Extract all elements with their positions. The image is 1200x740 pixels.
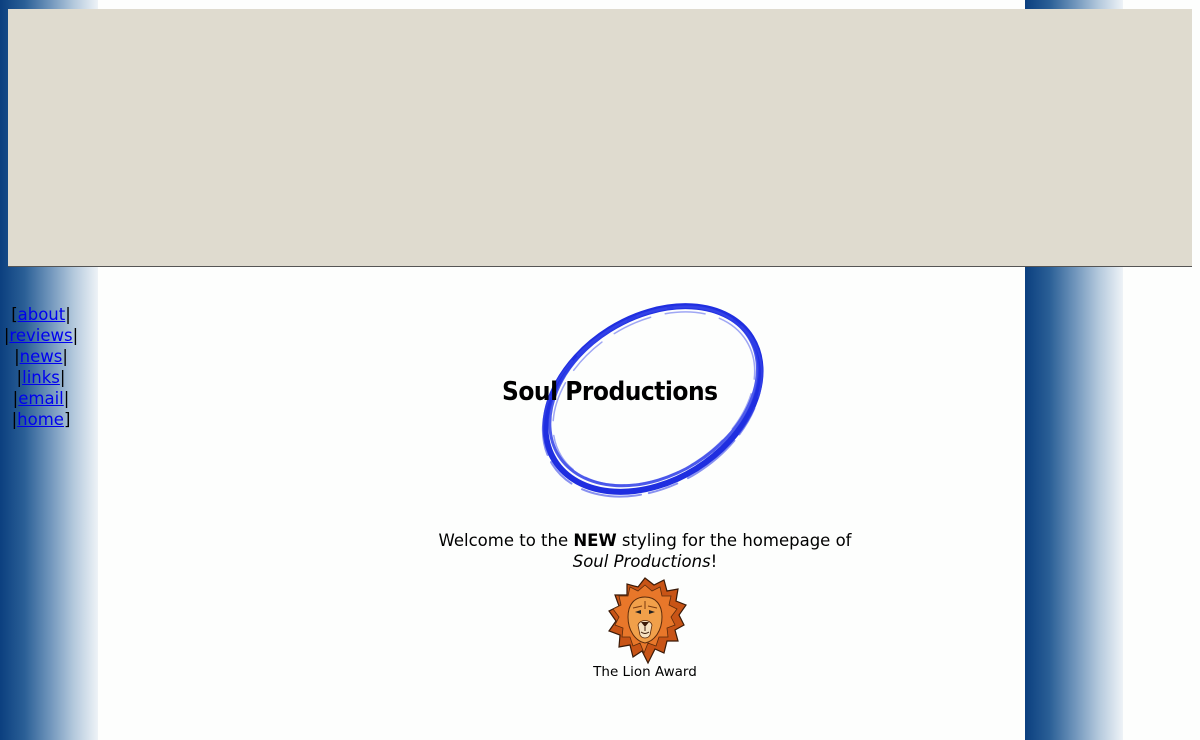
nav-item-news: |news| bbox=[14, 347, 68, 366]
nav-item-email: |email| bbox=[12, 389, 70, 408]
welcome-message: Welcome to the NEW styling for the homep… bbox=[400, 530, 890, 572]
nav-item-reviews: |reviews| bbox=[3, 326, 79, 345]
logo-text: Soul Productions bbox=[502, 377, 718, 407]
welcome-site-name: Soul Productions bbox=[572, 552, 711, 571]
nav-link-about[interactable]: about bbox=[18, 305, 66, 324]
banner-frame bbox=[8, 9, 1192, 267]
nav-item-links: |links| bbox=[16, 368, 66, 387]
welcome-emphasis: NEW bbox=[573, 531, 617, 550]
nav-link-home[interactable]: home bbox=[17, 410, 64, 429]
nav-menu: [about| |reviews| |news| |links| |email|… bbox=[0, 304, 82, 430]
award-caption: The Lion Award bbox=[593, 664, 697, 680]
lion-icon bbox=[600, 575, 690, 665]
nav-link-email[interactable]: email bbox=[18, 389, 64, 408]
nav-link-links[interactable]: links bbox=[22, 368, 60, 387]
nav-link-news[interactable]: news bbox=[20, 347, 63, 366]
nav-item-home: |home] bbox=[11, 410, 71, 429]
site-logo: Soul Productions bbox=[494, 277, 796, 527]
welcome-suffix: styling for the homepage of bbox=[616, 531, 852, 550]
welcome-prefix: Welcome to the bbox=[438, 531, 574, 550]
nav-link-reviews[interactable]: reviews bbox=[9, 326, 72, 345]
welcome-exclaim: ! bbox=[710, 552, 718, 571]
nav-item-about: [about| bbox=[11, 305, 71, 324]
